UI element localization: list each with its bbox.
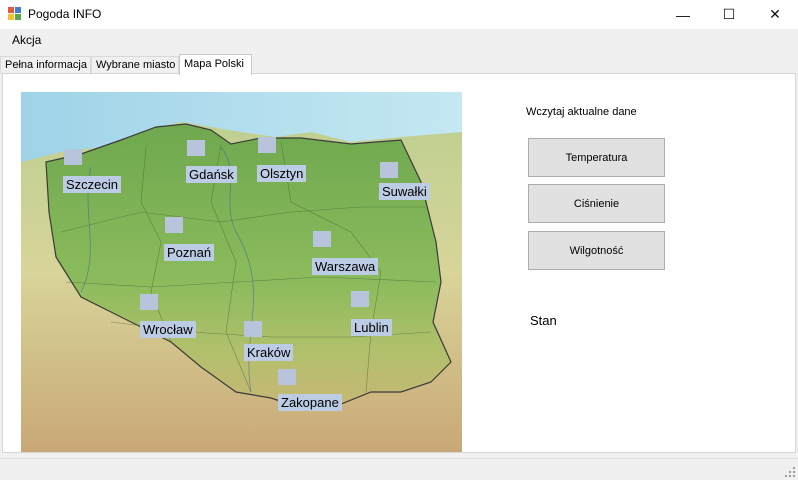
tab-selected-city[interactable]: Wybrane miasto bbox=[91, 56, 179, 74]
city-label: Suwałki bbox=[379, 183, 430, 200]
city-marker[interactable] bbox=[140, 294, 158, 310]
resize-grip-icon[interactable] bbox=[785, 467, 795, 477]
city-marker[interactable] bbox=[380, 162, 398, 178]
city-marker[interactable] bbox=[187, 140, 205, 156]
menu-bar: Akcja bbox=[0, 29, 798, 51]
city-label: Gdańsk bbox=[186, 166, 237, 183]
load-data-label: Wczytaj aktualne dane bbox=[526, 106, 637, 118]
tab-strip: Pełna informacja Wybrane miasto Mapa Pol… bbox=[0, 54, 798, 75]
title-bar: Pogoda INFO — ☐ ✕ bbox=[0, 0, 798, 29]
menu-item-akcja[interactable]: Akcja bbox=[6, 31, 47, 49]
city-label: Szczecin bbox=[63, 176, 122, 193]
city-label: Wrocław bbox=[140, 321, 196, 338]
city-marker[interactable] bbox=[258, 137, 276, 153]
tab-panel: Szczecin Gdańsk Olsztyn Suwałki Poznań W… bbox=[2, 73, 796, 453]
minimize-icon: — bbox=[676, 6, 690, 23]
city-marker[interactable] bbox=[244, 321, 262, 337]
status-bar bbox=[0, 458, 798, 480]
city-label: Olsztyn bbox=[257, 165, 307, 182]
humidity-button[interactable]: Wilgotność bbox=[528, 231, 665, 270]
close-button[interactable]: ✕ bbox=[752, 0, 798, 29]
close-icon: ✕ bbox=[769, 6, 781, 22]
poland-map: Szczecin Gdańsk Olsztyn Suwałki Poznań W… bbox=[21, 92, 462, 452]
app-icon bbox=[8, 7, 21, 20]
city-label: Zakopane bbox=[278, 394, 342, 411]
window-title: Pogoda INFO bbox=[28, 7, 102, 21]
city-label: Kraków bbox=[244, 344, 294, 361]
city-marker[interactable] bbox=[351, 291, 369, 307]
temperature-button[interactable]: Temperatura bbox=[528, 138, 665, 177]
minimize-button[interactable]: — bbox=[660, 0, 706, 29]
city-marker[interactable] bbox=[165, 217, 183, 233]
city-label: Poznań bbox=[164, 244, 215, 261]
city-label: Lublin bbox=[351, 319, 392, 336]
city-label: Warszawa bbox=[312, 258, 379, 275]
pressure-button[interactable]: Ciśnienie bbox=[528, 184, 665, 223]
city-marker[interactable] bbox=[313, 231, 331, 247]
city-marker[interactable] bbox=[64, 149, 82, 165]
maximize-button[interactable]: ☐ bbox=[706, 0, 752, 29]
map-background bbox=[21, 92, 462, 452]
maximize-icon: ☐ bbox=[722, 6, 736, 22]
status-label: Stan bbox=[530, 313, 557, 328]
tab-poland-map[interactable]: Mapa Polski bbox=[179, 54, 252, 75]
city-marker[interactable] bbox=[278, 369, 296, 385]
tab-full-info[interactable]: Pełna informacja bbox=[0, 56, 91, 74]
